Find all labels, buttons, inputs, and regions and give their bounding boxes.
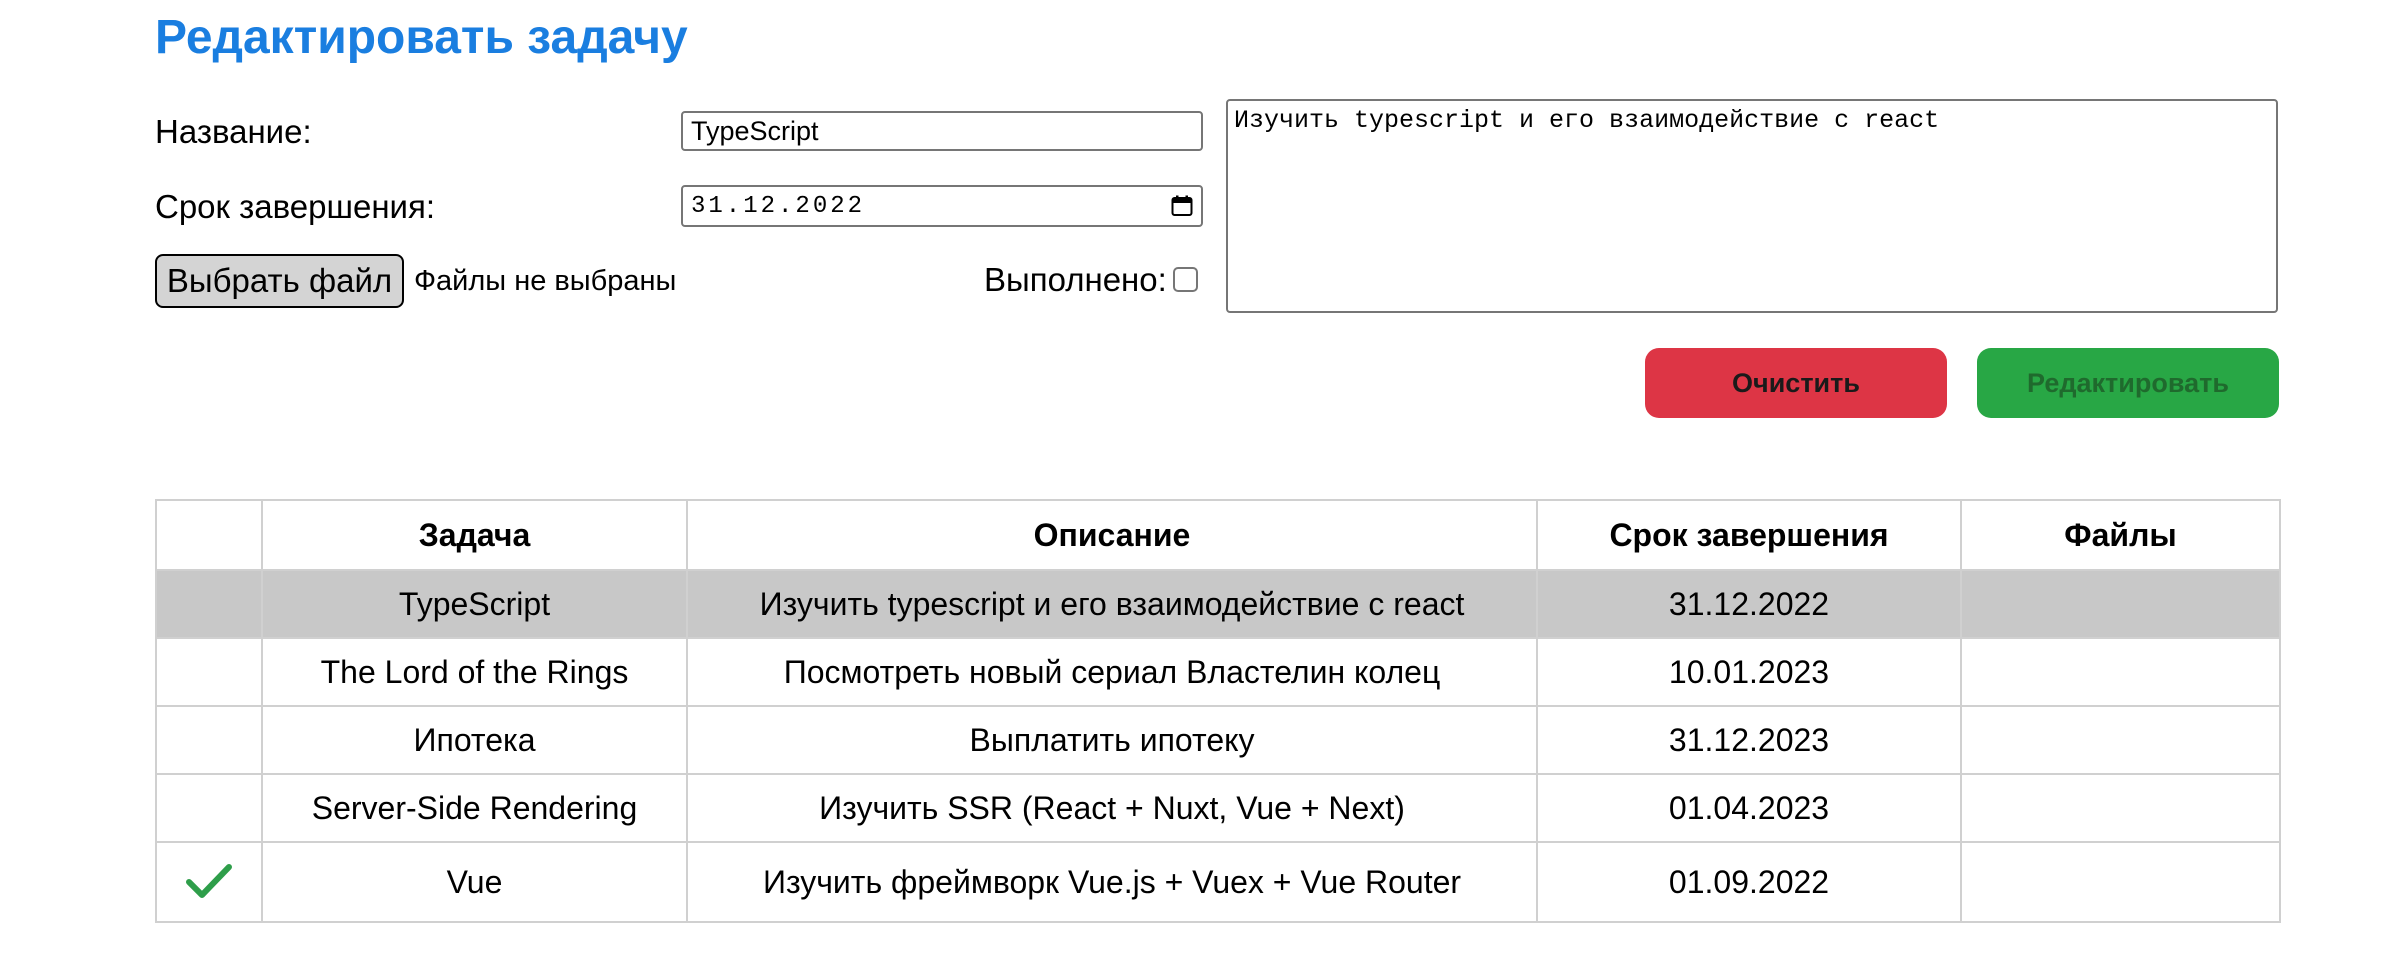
cell-task: The Lord of the Rings [261, 637, 688, 707]
cell-deadline: 31.12.2022 [1536, 569, 1962, 639]
name-label: Название: [155, 113, 312, 150]
cell-files [1960, 569, 2281, 639]
cell-description: Изучить typescript и его взаимодействие … [686, 569, 1538, 639]
cell-done [155, 569, 263, 639]
header-files: Файлы [1960, 499, 2281, 571]
deadline-date-input[interactable]: 31.12.2022 [681, 185, 1203, 227]
cell-task: Server-Side Rendering [261, 773, 688, 843]
cell-deadline: 10.01.2023 [1536, 637, 1962, 707]
header-description: Описание [686, 499, 1538, 571]
cell-task: Vue [261, 841, 688, 923]
cell-files [1960, 773, 2281, 843]
deadline-label: Срок завершения: [155, 188, 436, 225]
cell-deadline: 01.04.2023 [1536, 773, 1962, 843]
done-checkbox[interactable] [1173, 267, 1198, 292]
done-label: Выполнено: [984, 261, 1167, 298]
cell-done [155, 637, 263, 707]
table-header-row: Задача Описание Срок завершения Файлы [155, 499, 2281, 571]
cell-deadline: 31.12.2023 [1536, 705, 1962, 775]
name-input[interactable] [681, 111, 1203, 151]
cell-files [1960, 841, 2281, 923]
table-row[interactable]: Vue Изучить фреймворк Vue.js + Vuex + Vu… [155, 841, 2281, 923]
table-row[interactable]: Server-Side Rendering Изучить SSR (React… [155, 773, 2281, 843]
edit-button[interactable]: Редактировать [1977, 348, 2279, 418]
page-title: Редактировать задачу [155, 11, 688, 64]
header-done [155, 499, 263, 571]
clear-button[interactable]: Очистить [1645, 348, 1947, 418]
cell-done [155, 773, 263, 843]
table-row[interactable]: The Lord of the Rings Посмотреть новый с… [155, 637, 2281, 707]
calendar-icon[interactable] [1171, 195, 1193, 217]
cell-done [155, 841, 263, 923]
description-textarea[interactable]: Изучить typescript и его взаимодействие … [1226, 99, 2278, 313]
choose-file-button[interactable]: Выбрать файл [155, 254, 404, 308]
cell-description: Изучить SSR (React + Nuxt, Vue + Next) [686, 773, 1538, 843]
check-icon [186, 864, 232, 899]
cell-task: TypeScript [261, 569, 688, 639]
cell-deadline: 01.09.2022 [1536, 841, 1962, 923]
table-row[interactable]: Ипотека Выплатить ипотеку 31.12.2023 [155, 705, 2281, 775]
table-row[interactable]: TypeScript Изучить typescript и его взаи… [155, 569, 2281, 639]
cell-task: Ипотека [261, 705, 688, 775]
cell-description: Выплатить ипотеку [686, 705, 1538, 775]
header-task: Задача [261, 499, 688, 571]
cell-description: Посмотреть новый сериал Властелин колец [686, 637, 1538, 707]
cell-description: Изучить фреймворк Vue.js + Vuex + Vue Ro… [686, 841, 1538, 923]
header-deadline: Срок завершения [1536, 499, 1962, 571]
deadline-date-value: 31.12.2022 [691, 193, 866, 220]
file-status-text: Файлы не выбраны [414, 265, 677, 297]
tasks-table: Задача Описание Срок завершения Файлы Ty… [155, 499, 2281, 923]
cell-files [1960, 705, 2281, 775]
cell-done [155, 705, 263, 775]
cell-files [1960, 637, 2281, 707]
